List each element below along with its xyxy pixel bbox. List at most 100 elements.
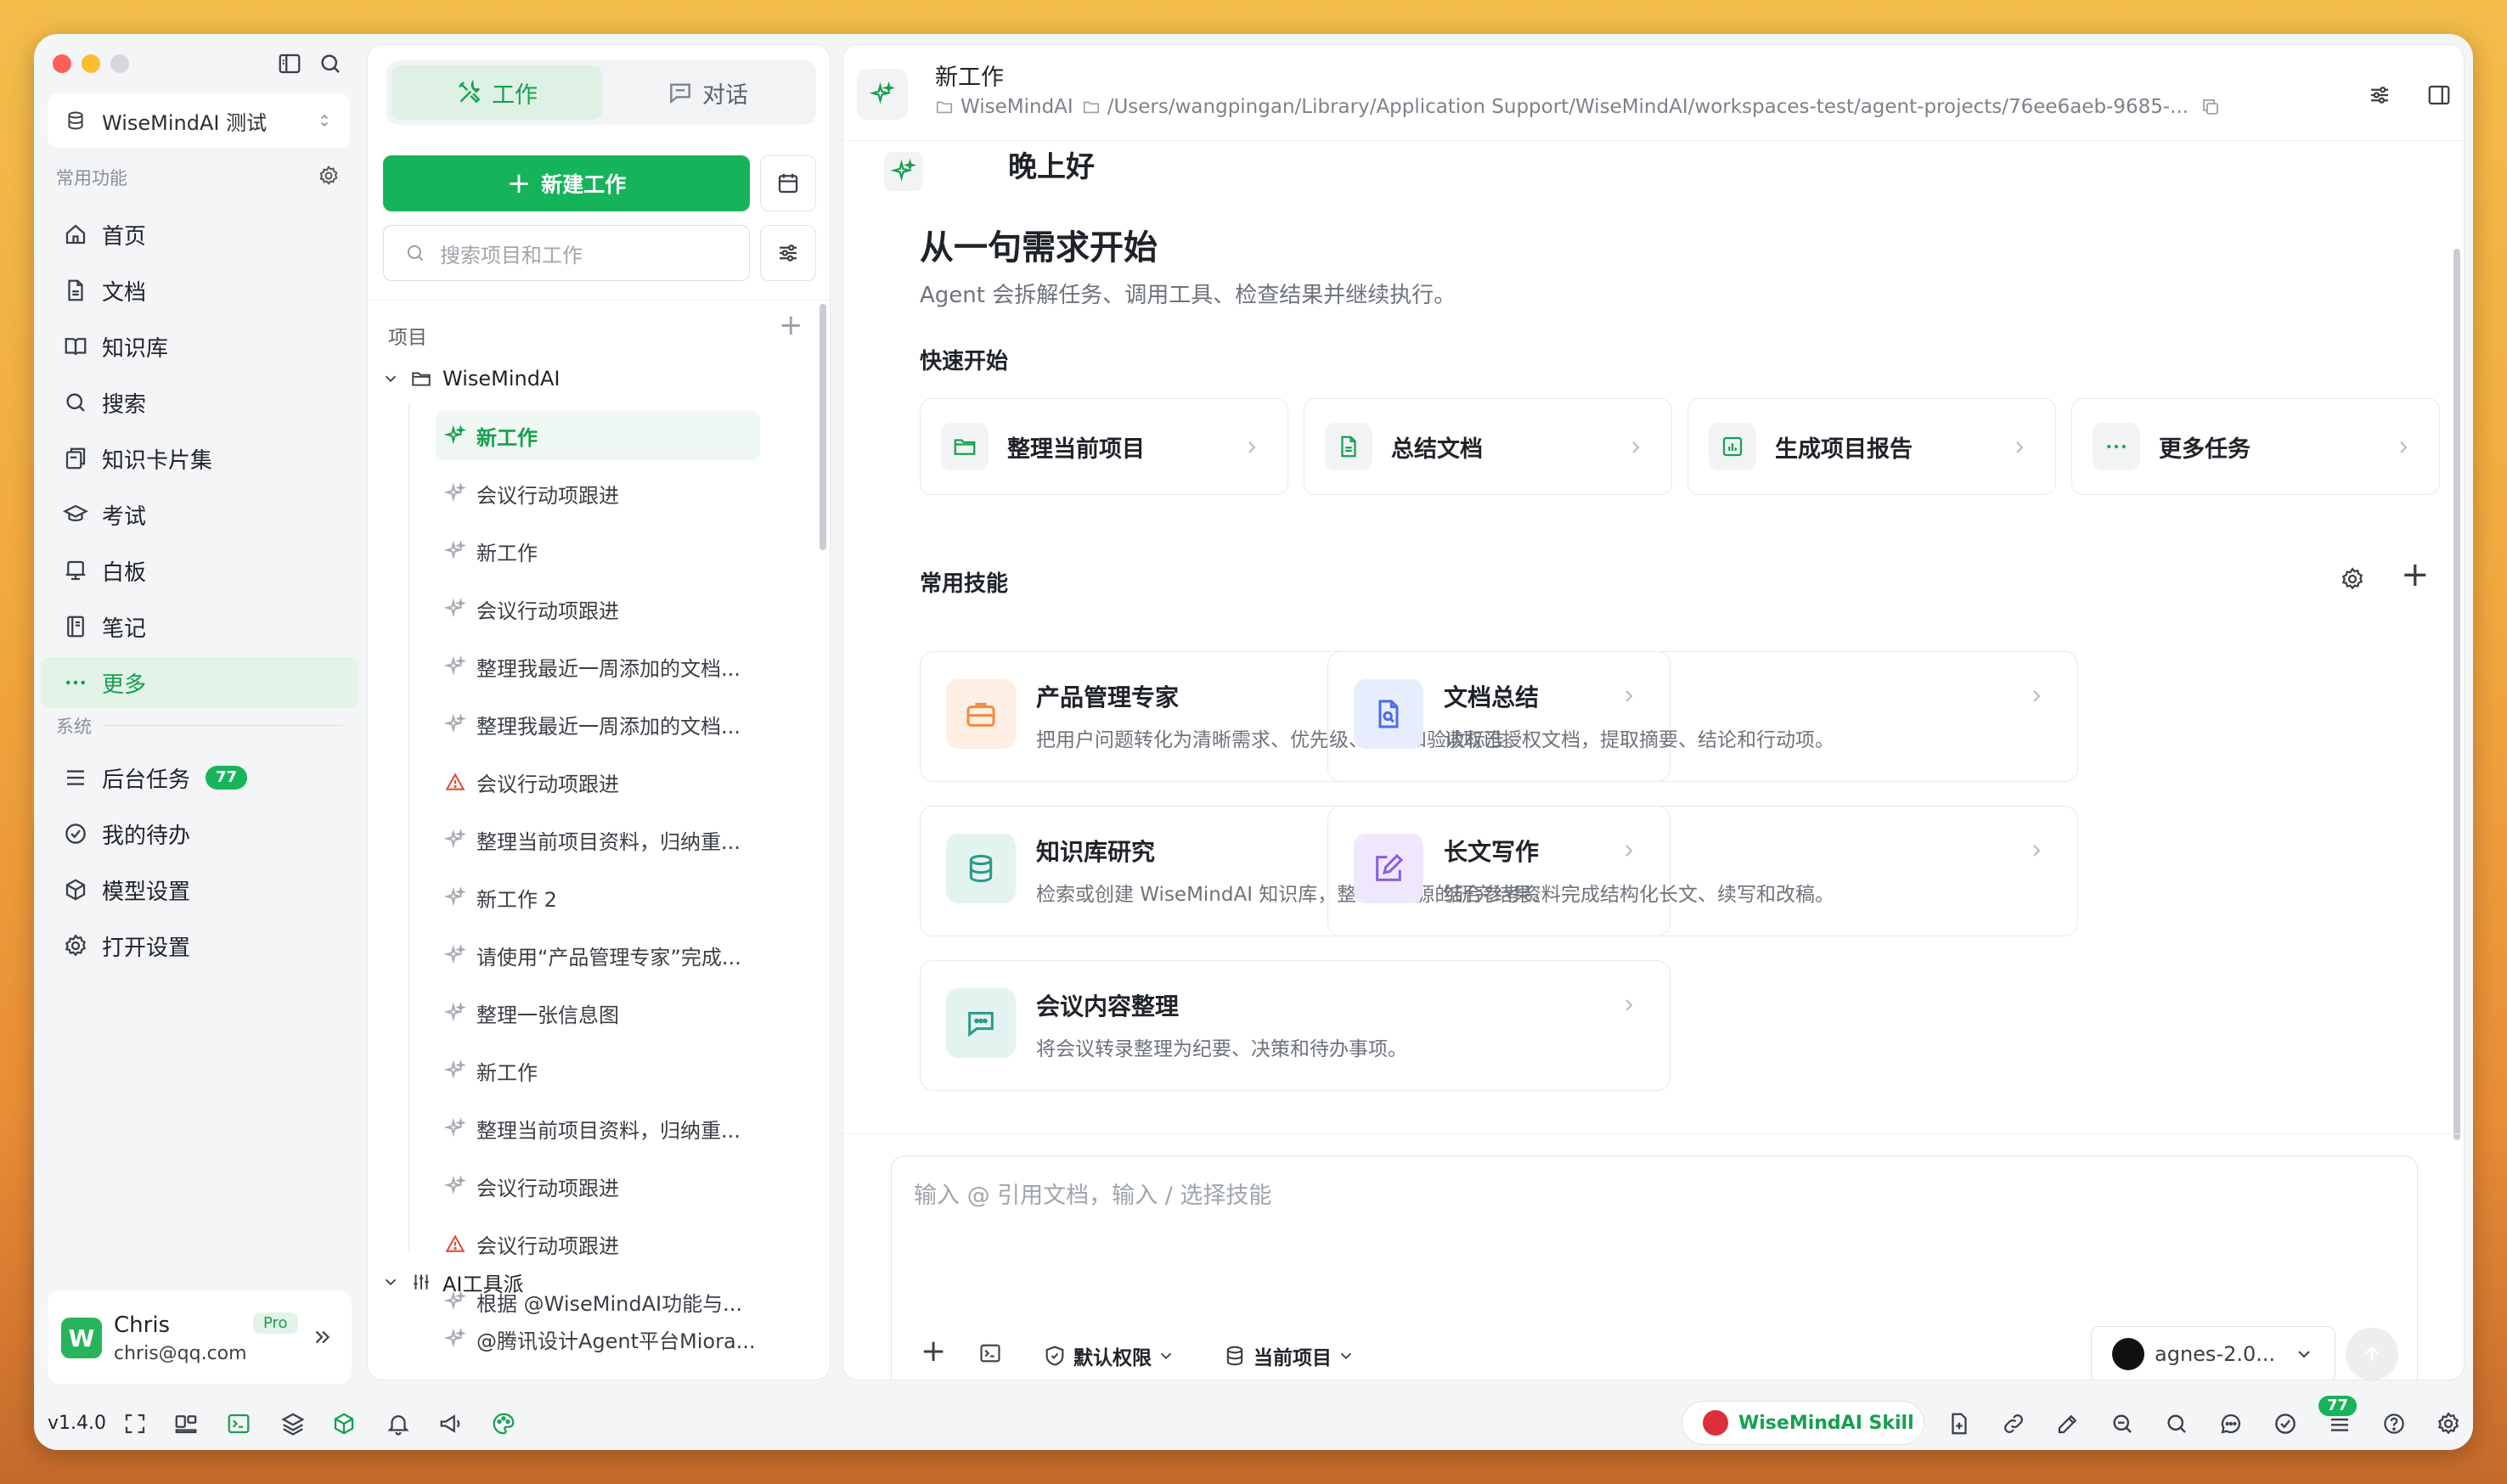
work-item[interactable]: 整理我最近一周添加的文档... bbox=[436, 642, 760, 691]
sidebar-item-knowledge-base[interactable]: 知识库 bbox=[41, 321, 358, 372]
project-row[interactable]: AI工具派 bbox=[381, 1262, 524, 1302]
workspace-selector[interactable]: WiseMindAI 测试 bbox=[48, 93, 350, 148]
tab-chat[interactable]: 对话 bbox=[602, 65, 813, 120]
layout-icon[interactable] bbox=[173, 1411, 199, 1436]
mode-switch: 工作 对话 bbox=[386, 60, 816, 125]
work-item[interactable]: 会议行动项跟进 bbox=[436, 757, 760, 807]
bell-icon[interactable] bbox=[386, 1411, 411, 1436]
sidebar-item-whiteboard[interactable]: 白板 bbox=[41, 545, 358, 596]
work-item-label: 会议行动项跟进 bbox=[476, 1234, 619, 1258]
sidebar-item-label: 后台任务 bbox=[102, 767, 191, 793]
work-item[interactable]: 新工作 bbox=[436, 1046, 760, 1095]
search-icon[interactable] bbox=[2164, 1411, 2189, 1436]
sidebar-item-model-settings[interactable]: 模型设置 bbox=[41, 864, 358, 915]
work-item[interactable]: 会议行动项跟进 bbox=[436, 584, 760, 633]
work-item[interactable]: 会议行动项跟进 bbox=[436, 1161, 760, 1211]
cube-icon[interactable] bbox=[331, 1411, 357, 1436]
chevron-updown-icon bbox=[316, 112, 333, 129]
layers-icon[interactable] bbox=[280, 1411, 306, 1436]
copy-icon[interactable] bbox=[2200, 97, 2221, 117]
search-icon[interactable] bbox=[318, 51, 343, 76]
chevron-double-right-icon[interactable] bbox=[311, 1326, 333, 1348]
skill-icon-box bbox=[1354, 834, 1423, 903]
breadcrumb-workspace: WiseMindAI bbox=[961, 96, 1073, 118]
edit-icon[interactable] bbox=[2055, 1411, 2081, 1436]
user-card[interactable]: W Chris chris@qq.com Pro bbox=[48, 1290, 352, 1384]
file-add-icon[interactable] bbox=[1946, 1411, 1972, 1436]
sidebar: WiseMindAI 测试 常用功能 首页 文档 知识库 搜索 知识卡片集 考试… bbox=[34, 34, 365, 1392]
gear-icon[interactable] bbox=[2340, 566, 2365, 592]
work-item-label: 整理当前项目资料，归纳重... bbox=[476, 1118, 741, 1143]
work-item[interactable]: 整理一张信息图 bbox=[436, 988, 760, 1037]
sidebar-item-todos[interactable]: 我的待办 bbox=[41, 808, 358, 859]
work-item[interactable]: @腾讯设计Agent平台Miora... bbox=[436, 1314, 760, 1363]
search-input[interactable]: 搜索项目和工作 bbox=[383, 225, 750, 281]
work-item[interactable]: 请使用“产品管理专家”完成... bbox=[436, 930, 760, 980]
sparkle-icon bbox=[444, 944, 466, 966]
sidebar-item-background-tasks[interactable]: 后台任务 77 bbox=[41, 752, 358, 803]
work-item[interactable]: 整理当前项目资料，归纳重... bbox=[436, 815, 760, 864]
skill-button[interactable]: WiseMindAI Skill bbox=[1682, 1401, 1924, 1445]
model-selector[interactable]: agnes-2.0... bbox=[2091, 1326, 2335, 1380]
sidebar-item-label: 文档 bbox=[102, 279, 147, 306]
work-item[interactable]: 整理当前项目资料，归纳重... bbox=[436, 1104, 760, 1153]
gear-icon[interactable] bbox=[318, 165, 340, 187]
panel-scrollbar[interactable] bbox=[820, 304, 826, 550]
sidebar-item-notes[interactable]: 笔记 bbox=[41, 601, 358, 652]
terminal-icon[interactable] bbox=[978, 1341, 1002, 1365]
add-attachment-button[interactable]: + bbox=[921, 1336, 946, 1367]
sidebar-item-exam[interactable]: 考试 bbox=[41, 489, 358, 540]
add-project-button[interactable]: + bbox=[779, 311, 803, 340]
sidebar-toggle-icon[interactable] bbox=[277, 51, 302, 76]
graduation-cap-icon bbox=[63, 502, 88, 527]
zoom-icon[interactable] bbox=[2110, 1411, 2135, 1436]
quick-card-project-report[interactable]: 生成项目报告 bbox=[1687, 398, 2056, 495]
gear-icon[interactable] bbox=[2436, 1411, 2461, 1436]
link-icon[interactable] bbox=[2001, 1411, 2026, 1436]
work-item-label: 整理当前项目资料，归纳重... bbox=[476, 829, 741, 854]
palette-icon[interactable] bbox=[491, 1411, 516, 1436]
skill-card[interactable]: 会议内容整理 将会议转录整理为纪要、决策和待办事项。 bbox=[920, 960, 1670, 1091]
skill-description: 结合参考资料完成结构化长文、续写和改稿。 bbox=[1444, 884, 1834, 906]
quick-card-more-tasks[interactable]: 更多任务 bbox=[2071, 398, 2440, 495]
sidebar-item-more[interactable]: 更多 bbox=[41, 657, 358, 708]
fullscreen-icon[interactable] bbox=[122, 1411, 148, 1436]
tab-work[interactable]: 工作 bbox=[392, 65, 602, 120]
quick-card-summarize-doc[interactable]: 总结文档 bbox=[1304, 398, 1672, 495]
model-label: agnes-2.0... bbox=[2155, 1342, 2276, 1366]
check-circle-icon[interactable] bbox=[2273, 1411, 2298, 1436]
quick-card-organize-project[interactable]: 整理当前项目 bbox=[920, 398, 1288, 495]
permission-dropdown[interactable]: 默认权限 bbox=[1043, 1341, 1182, 1370]
add-skill-button[interactable]: + bbox=[2401, 558, 2430, 592]
headline: 从一句需求开始 bbox=[920, 228, 1158, 267]
sidebar-item-open-settings[interactable]: 打开设置 bbox=[41, 920, 358, 971]
terminal-icon[interactable] bbox=[226, 1411, 251, 1436]
new-work-button[interactable]: + 新建工作 bbox=[383, 155, 750, 211]
work-item[interactable]: 新工作 2 bbox=[436, 873, 760, 922]
sidebar-item-cards[interactable]: 知识卡片集 bbox=[41, 433, 358, 484]
work-item[interactable]: 新工作 bbox=[436, 411, 760, 460]
check-circle-icon bbox=[63, 821, 88, 846]
skill-card[interactable]: 长文写作 结合参考资料完成结构化长文、续写和改稿。 bbox=[1327, 806, 2078, 936]
megaphone-icon[interactable] bbox=[438, 1411, 464, 1436]
filter-button[interactable] bbox=[760, 225, 816, 281]
sidebar-item-documents[interactable]: 文档 bbox=[41, 265, 358, 316]
sliders-icon[interactable] bbox=[2367, 82, 2392, 108]
calendar-button[interactable] bbox=[760, 155, 816, 211]
scope-dropdown[interactable]: 当前项目 bbox=[1223, 1341, 1362, 1370]
chat-icon[interactable] bbox=[2218, 1411, 2244, 1436]
work-item[interactable]: 整理我最近一周添加的文档... bbox=[436, 700, 760, 749]
sidebar-item-home[interactable]: 首页 bbox=[41, 209, 358, 260]
sidebar-item-search[interactable]: 搜索 bbox=[41, 377, 358, 428]
help-icon[interactable] bbox=[2381, 1411, 2407, 1436]
send-button[interactable] bbox=[2346, 1328, 2398, 1380]
skill-card[interactable]: 文档总结 读取已授权文档，提取摘要、结论和行动项。 bbox=[1327, 651, 2078, 782]
work-item[interactable]: 会议行动项跟进 bbox=[436, 469, 760, 518]
project-row[interactable]: WiseMindAI bbox=[381, 358, 560, 399]
prompt-input[interactable]: 输入 @ 引用文档，输入 / 选择技能 bbox=[914, 1177, 2392, 1279]
panel-right-icon[interactable] bbox=[2426, 82, 2452, 108]
chevron-down-icon bbox=[1157, 1346, 1175, 1365]
work-item[interactable]: 新工作 bbox=[436, 526, 760, 576]
folder-icon bbox=[410, 368, 432, 390]
content-scrollbar[interactable] bbox=[2453, 249, 2460, 1140]
